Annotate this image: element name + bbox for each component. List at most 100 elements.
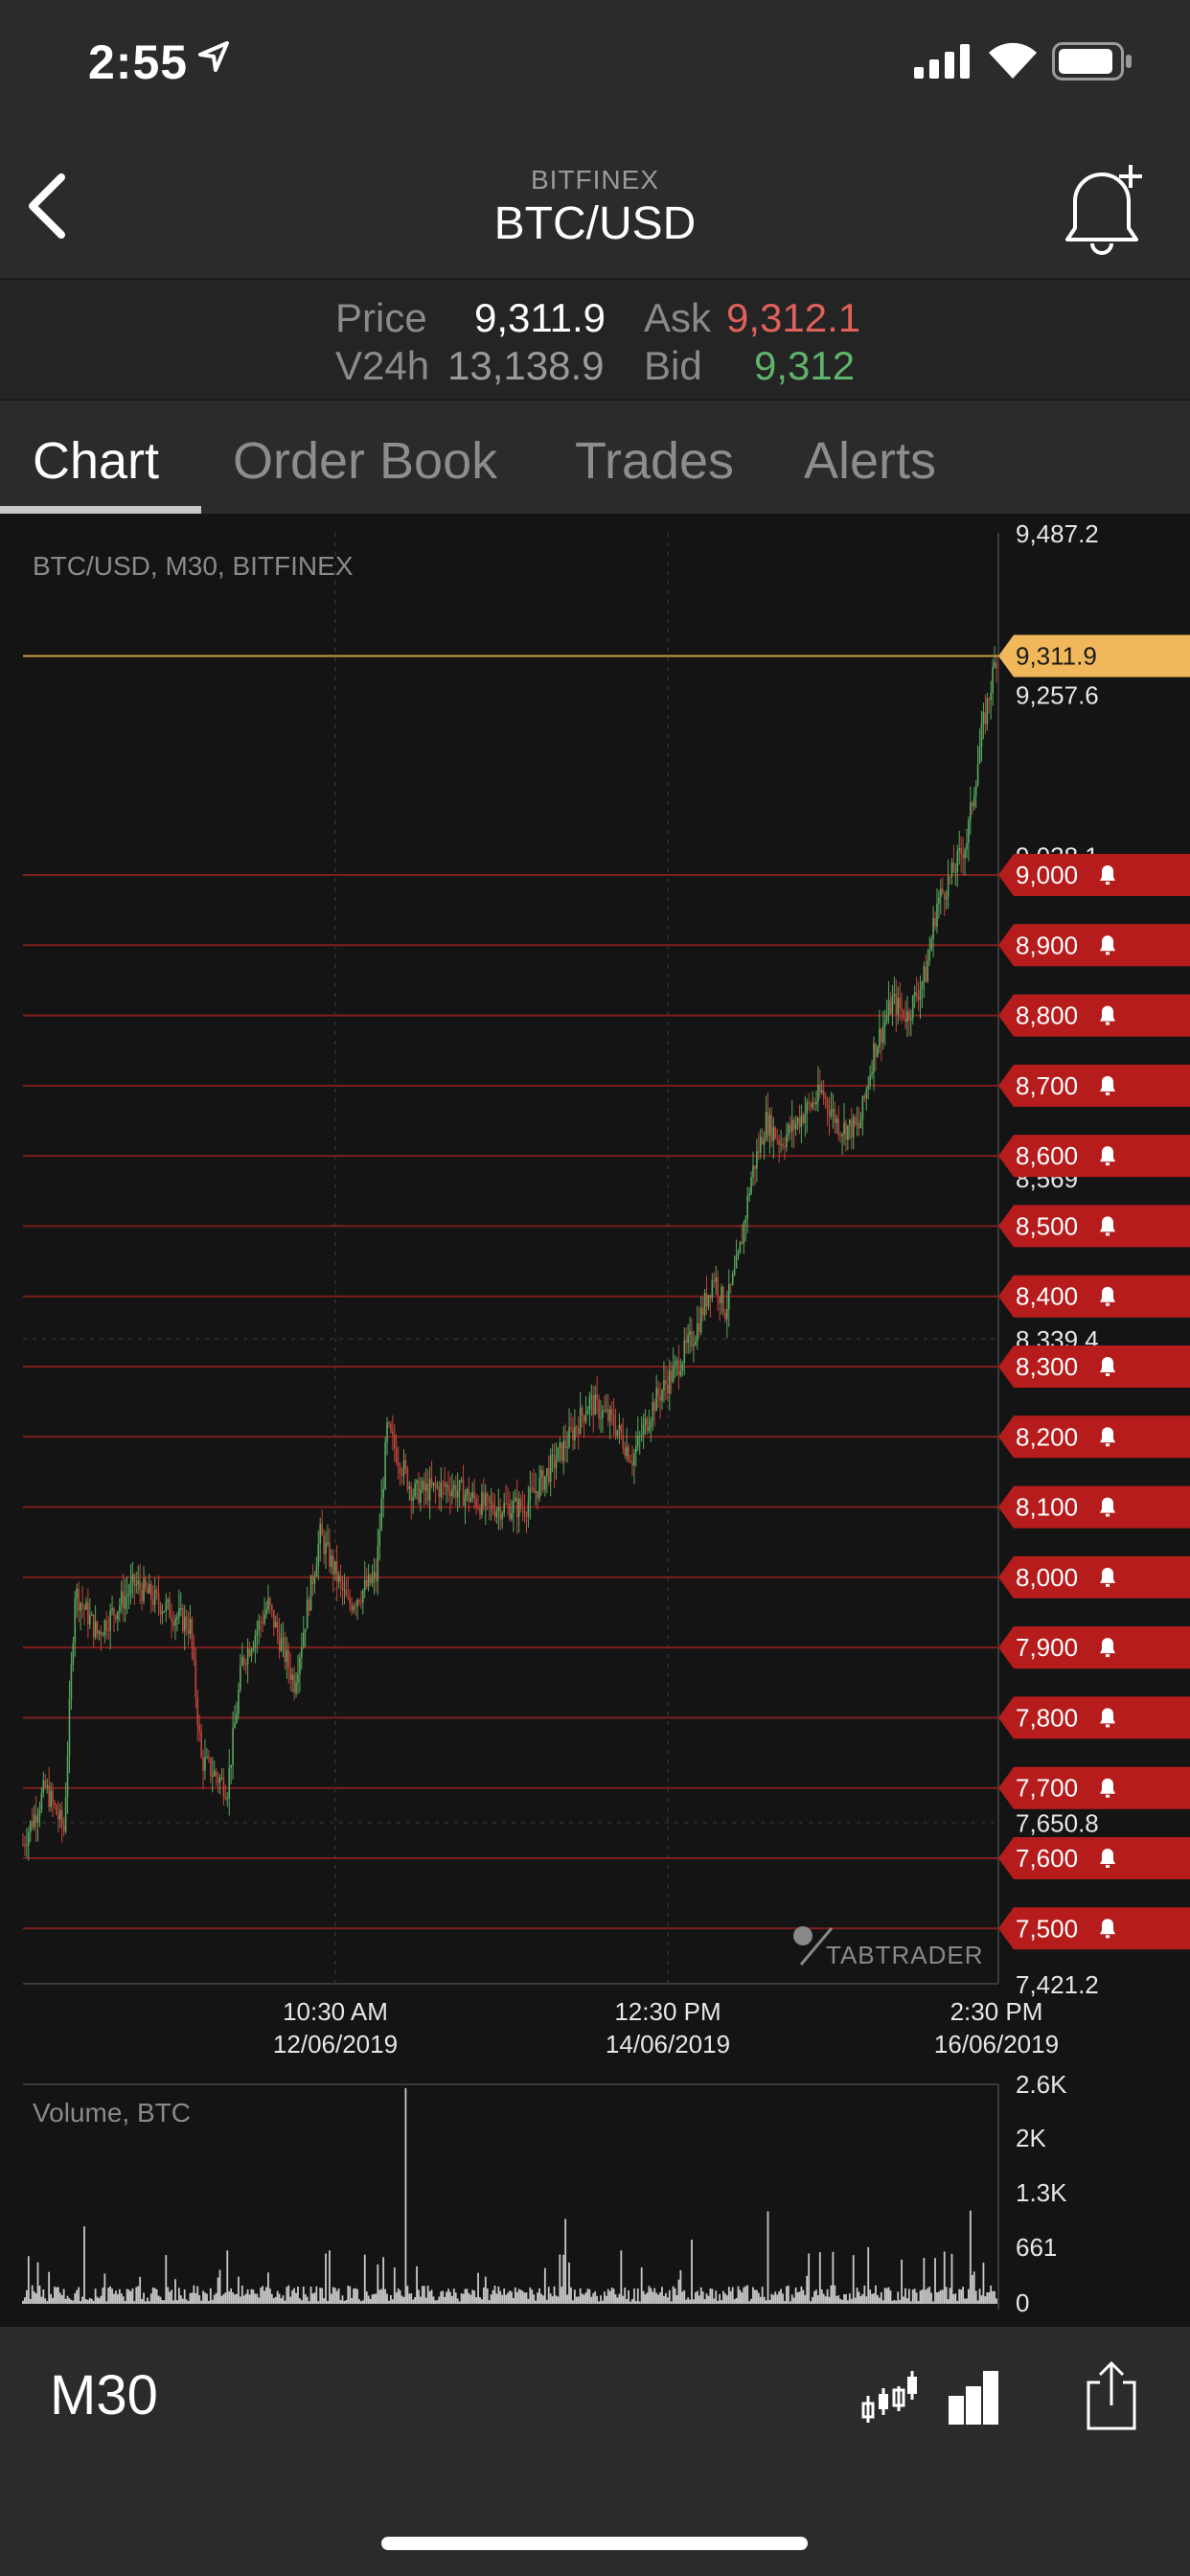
volume-bar [968, 2288, 970, 2304]
volume-bar [440, 2291, 443, 2304]
volume-bar [375, 2293, 378, 2304]
volume-bar [85, 2299, 87, 2304]
volume-bar [86, 2299, 89, 2304]
volume-bar [242, 2295, 245, 2304]
volume-bar [776, 2294, 779, 2304]
alert-tag[interactable]: 9,000 [998, 854, 1190, 897]
tab-alerts[interactable]: Alerts [804, 431, 936, 491]
volume-bar [663, 2295, 665, 2304]
time-tick-time: 10:30 AM [283, 1997, 388, 2026]
volume-bar [167, 2287, 170, 2304]
volume-bar [388, 2300, 390, 2304]
volume-bar [598, 2301, 600, 2304]
volume-bar [672, 2286, 675, 2304]
ask-value: 9,312.1 [726, 295, 861, 340]
alert-tag[interactable]: 8,100 [998, 1485, 1190, 1529]
volume-bar [631, 2299, 633, 2304]
indicator-button[interactable] [947, 2367, 1000, 2428]
volume-bar [38, 2286, 41, 2304]
alert-price-label: 8,000 [1016, 1563, 1078, 1592]
share-button[interactable] [1083, 2359, 1140, 2432]
volume-bar [826, 2288, 829, 2304]
tab-chart[interactable]: Chart [33, 431, 159, 491]
volume-bar [542, 2295, 544, 2304]
volume-bar [499, 2290, 502, 2304]
alert-tag[interactable]: 8,000 [998, 1555, 1190, 1598]
tab-trades[interactable]: Trades [575, 431, 734, 491]
volume-bar [950, 2253, 953, 2304]
alert-tag[interactable]: 8,900 [998, 924, 1190, 967]
volume-bar [46, 2301, 49, 2304]
volume-bar [927, 2288, 929, 2304]
volume-bar [715, 2290, 718, 2304]
volume-bar [22, 2300, 24, 2304]
alert-tag[interactable]: 8,500 [998, 1205, 1190, 1248]
volume-bar [289, 2296, 292, 2304]
volume-bar [863, 2285, 866, 2304]
volume-bar [356, 2288, 358, 2304]
volume-bar [393, 2267, 396, 2304]
volume-bar [568, 2262, 570, 2304]
volume-bar [928, 2287, 931, 2304]
price-chart[interactable]: BTC/USD, M30, BITFINEX 9,487.2 9,257.6 9,0… [0, 514, 1190, 2327]
alert-price-label: 7,800 [1016, 1703, 1078, 1732]
volume-bar [246, 2288, 249, 2304]
volume-bar [371, 2294, 374, 2304]
alert-tag[interactable]: 8,800 [998, 994, 1190, 1037]
volume-bar [353, 2288, 355, 2304]
volume-bar [236, 2293, 238, 2304]
candlestick-type-button[interactable] [858, 2367, 920, 2428]
alert-tag[interactable]: 8,200 [998, 1415, 1190, 1459]
volume-bar [452, 2288, 455, 2304]
volume-bar [330, 2293, 332, 2304]
alert-tag[interactable]: 7,500 [998, 1907, 1190, 1950]
volume-bar [468, 2292, 470, 2304]
volume-bar [923, 2258, 926, 2304]
alert-tag[interactable]: 8,600 [998, 1135, 1190, 1178]
volume-bar [270, 2293, 273, 2304]
volume-bar [176, 2300, 178, 2304]
volume-bar [442, 2290, 445, 2304]
volume-bar [911, 2289, 914, 2304]
volume-bar [309, 2286, 312, 2304]
volume-bar [739, 2289, 742, 2304]
volume-bar [754, 2289, 756, 2304]
volume-bar [566, 2294, 569, 2304]
volume-bar [36, 2262, 39, 2304]
volume-bar [562, 2254, 565, 2304]
volume-bar [540, 2293, 542, 2304]
volume-bar [384, 2288, 386, 2304]
alert-tag[interactable]: 8,400 [998, 1275, 1190, 1318]
volume-bar [471, 2289, 474, 2304]
alert-tag[interactable]: 7,800 [998, 1696, 1190, 1739]
volume-bar [895, 2300, 898, 2304]
alert-tag[interactable]: 7,700 [998, 1766, 1190, 1809]
volume-bar [618, 2293, 621, 2304]
add-alert-button[interactable] [1054, 159, 1150, 255]
alert-tag[interactable]: 8,700 [998, 1064, 1190, 1107]
alert-tag[interactable]: 8,300 [998, 1346, 1190, 1389]
volume-bar [634, 2301, 637, 2304]
interval-selector[interactable]: M30 [50, 2363, 158, 2427]
volume-bar [195, 2292, 197, 2304]
current-price-tag: 9,311.9 [998, 634, 1190, 678]
volume-bar [770, 2293, 773, 2304]
v24h-value: 13,138.9 [447, 343, 605, 388]
volume-bar [432, 2296, 435, 2304]
volume-bar [226, 2250, 229, 2304]
volume-bar [446, 2291, 447, 2304]
volume-bar [306, 2296, 309, 2304]
volume-bar [717, 2300, 720, 2304]
volume-bar [786, 2286, 788, 2304]
alert-tag[interactable]: 7,600 [998, 1836, 1190, 1879]
volume-bar [62, 2288, 65, 2304]
tab-order-book[interactable]: Order Book [233, 431, 497, 491]
volume-bar [280, 2298, 283, 2304]
chart-legend: BTC/USD, M30, BITFINEX [33, 551, 354, 581]
candle [739, 1240, 742, 1254]
alert-price-label: 7,900 [1016, 1633, 1078, 1662]
volume-bar [286, 2287, 288, 2304]
alert-tag[interactable]: 7,900 [998, 1626, 1190, 1669]
volume-bar [386, 2293, 388, 2304]
volume-bar [397, 2288, 400, 2304]
